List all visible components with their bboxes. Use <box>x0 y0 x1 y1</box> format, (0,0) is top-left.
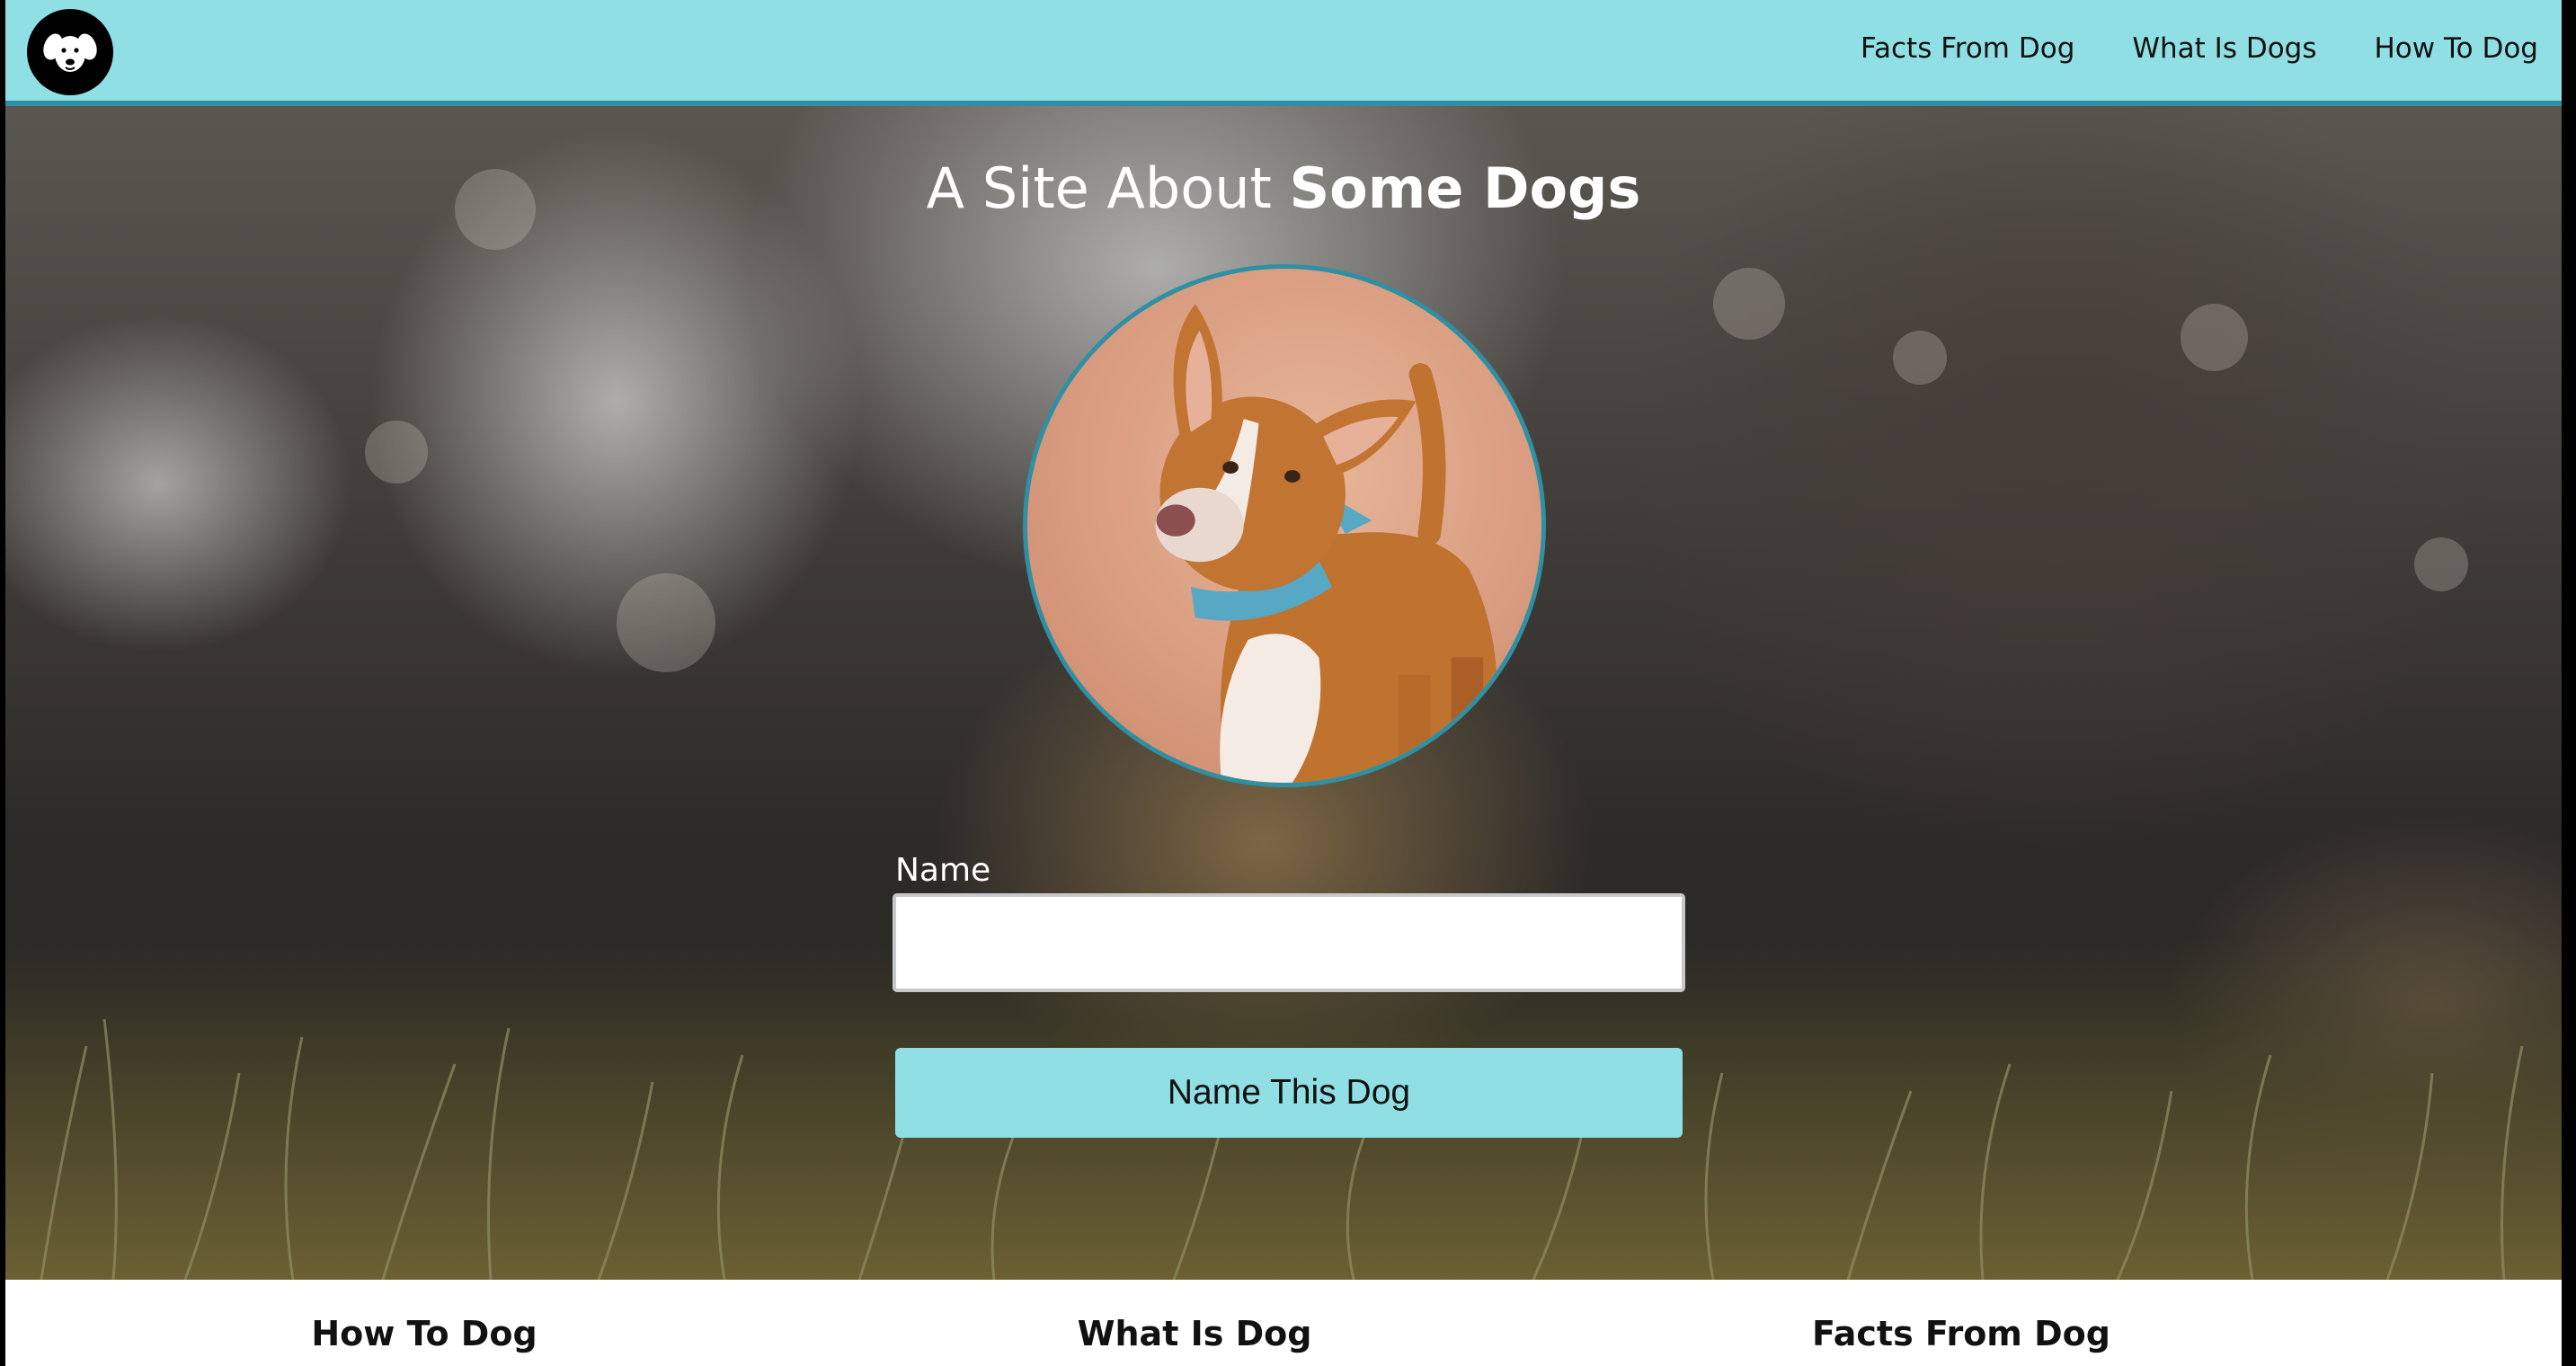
hero-title-emphasis: Some Dogs <box>1289 155 1641 221</box>
bokeh-light <box>1713 268 1785 340</box>
main-nav: Facts From Dog What Is Dogs How To Dog <box>1861 0 2538 97</box>
nav-link-facts-from-dog[interactable]: Facts From Dog <box>1861 32 2074 65</box>
hero-title-prefix: A Site About <box>926 155 1272 221</box>
hero-title: A Site About Some Dogs <box>5 155 2562 221</box>
nav-link-what-is-dogs[interactable]: What Is Dogs <box>2132 32 2316 65</box>
bokeh-light <box>617 573 715 672</box>
hero-section: A Site About Some Dogs Name Name This Do… <box>5 106 2562 1280</box>
page: Facts From Dog What Is Dogs How To Dog A… <box>5 0 2562 1366</box>
feature-title-facts-from-dog: Facts From Dog <box>1812 1314 2110 1353</box>
feature-title-how-to-dog: How To Dog <box>311 1314 537 1353</box>
dog-logo-icon[interactable] <box>27 9 113 95</box>
bokeh-light <box>2181 304 2248 371</box>
name-input[interactable] <box>893 893 1685 992</box>
top-navigation-bar: Facts From Dog What Is Dogs How To Dog <box>5 0 2562 106</box>
name-field-label: Name <box>895 852 991 889</box>
nav-link-how-to-dog[interactable]: How To Dog <box>2375 32 2539 65</box>
name-this-dog-button[interactable]: Name This Dog <box>895 1048 1683 1138</box>
bokeh-light <box>1893 331 1947 385</box>
bokeh-light <box>365 421 428 483</box>
feature-title-what-is-dog: What Is Dog <box>1077 1314 1312 1353</box>
dog-photo <box>1023 264 1546 787</box>
bokeh-light <box>2414 537 2468 591</box>
features-section: How To Dog What Is Dog Facts From Dog <box>5 1280 2562 1366</box>
